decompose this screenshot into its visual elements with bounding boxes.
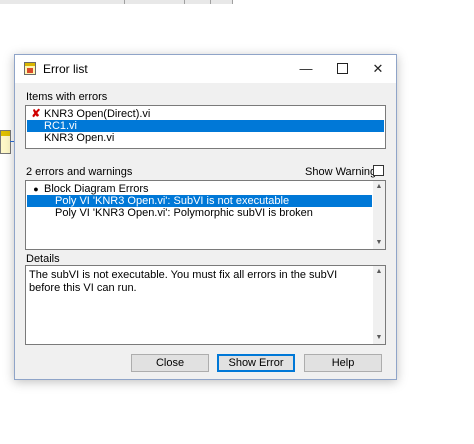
maximize-icon (336, 63, 348, 75)
maximize-button[interactable] (324, 55, 360, 83)
red-x-icon: ✘ (31, 108, 41, 120)
minimize-icon: — (299, 61, 313, 76)
list-item[interactable]: Poly VI 'KNR3 Open.vi': SubVI is not exe… (27, 195, 372, 207)
minimize-button[interactable]: — (288, 55, 324, 83)
scroll-up-icon[interactable]: ▲ (373, 266, 385, 278)
scroll-up-icon[interactable]: ▲ (373, 181, 385, 193)
list-item[interactable]: KNR3 Open.vi (27, 132, 384, 144)
labview-app-icon (24, 62, 36, 75)
bullet-icon: ● (33, 184, 39, 194)
background-toolbar-strip (0, 0, 474, 4)
items-with-errors-label: Items with errors (26, 91, 108, 103)
show-warnings-checkbox[interactable] (373, 165, 384, 176)
list-item[interactable]: Poly VI 'KNR3 Open.vi': Polymorphic subV… (27, 207, 372, 219)
details-scrollbar[interactable]: ▲ ▼ (373, 266, 385, 344)
errors-summary-label: 2 errors and warnings (26, 166, 133, 178)
details-text: The subVI is not executable. You must fi… (29, 269, 338, 294)
window-title: Error list (43, 62, 88, 76)
scroll-down-icon[interactable]: ▼ (373, 332, 385, 344)
title-bar[interactable]: Error list — ✕ (15, 55, 396, 83)
help-button[interactable]: Help (304, 354, 382, 372)
items-with-errors-list[interactable]: ✘ KNR3 Open(Direct).vi RC1.vi KNR3 Open.… (25, 105, 386, 149)
errors-list-scrollbar[interactable]: ▲ ▼ (373, 181, 385, 249)
scroll-down-icon[interactable]: ▼ (373, 237, 385, 249)
background-vi-node-icon (0, 130, 16, 154)
details-textbox[interactable]: The subVI is not executable. You must fi… (25, 265, 386, 345)
list-item[interactable]: RC1.vi (27, 120, 384, 132)
list-item[interactable]: ● Block Diagram Errors (27, 183, 384, 195)
close-button[interactable]: Close (131, 354, 209, 372)
error-list-dialog: Error list — ✕ Items with errors ✘ KNR3 … (14, 54, 397, 380)
details-label: Details (26, 253, 60, 265)
errors-and-warnings-list[interactable]: ● Block Diagram Errors Poly VI 'KNR3 Ope… (25, 180, 386, 250)
show-warnings-label: Show Warnings (305, 166, 382, 178)
list-item[interactable]: ✘ KNR3 Open(Direct).vi (27, 108, 384, 120)
close-icon: ✕ (372, 61, 384, 76)
show-error-button[interactable]: Show Error (217, 354, 295, 372)
close-window-button[interactable]: ✕ (360, 55, 396, 83)
